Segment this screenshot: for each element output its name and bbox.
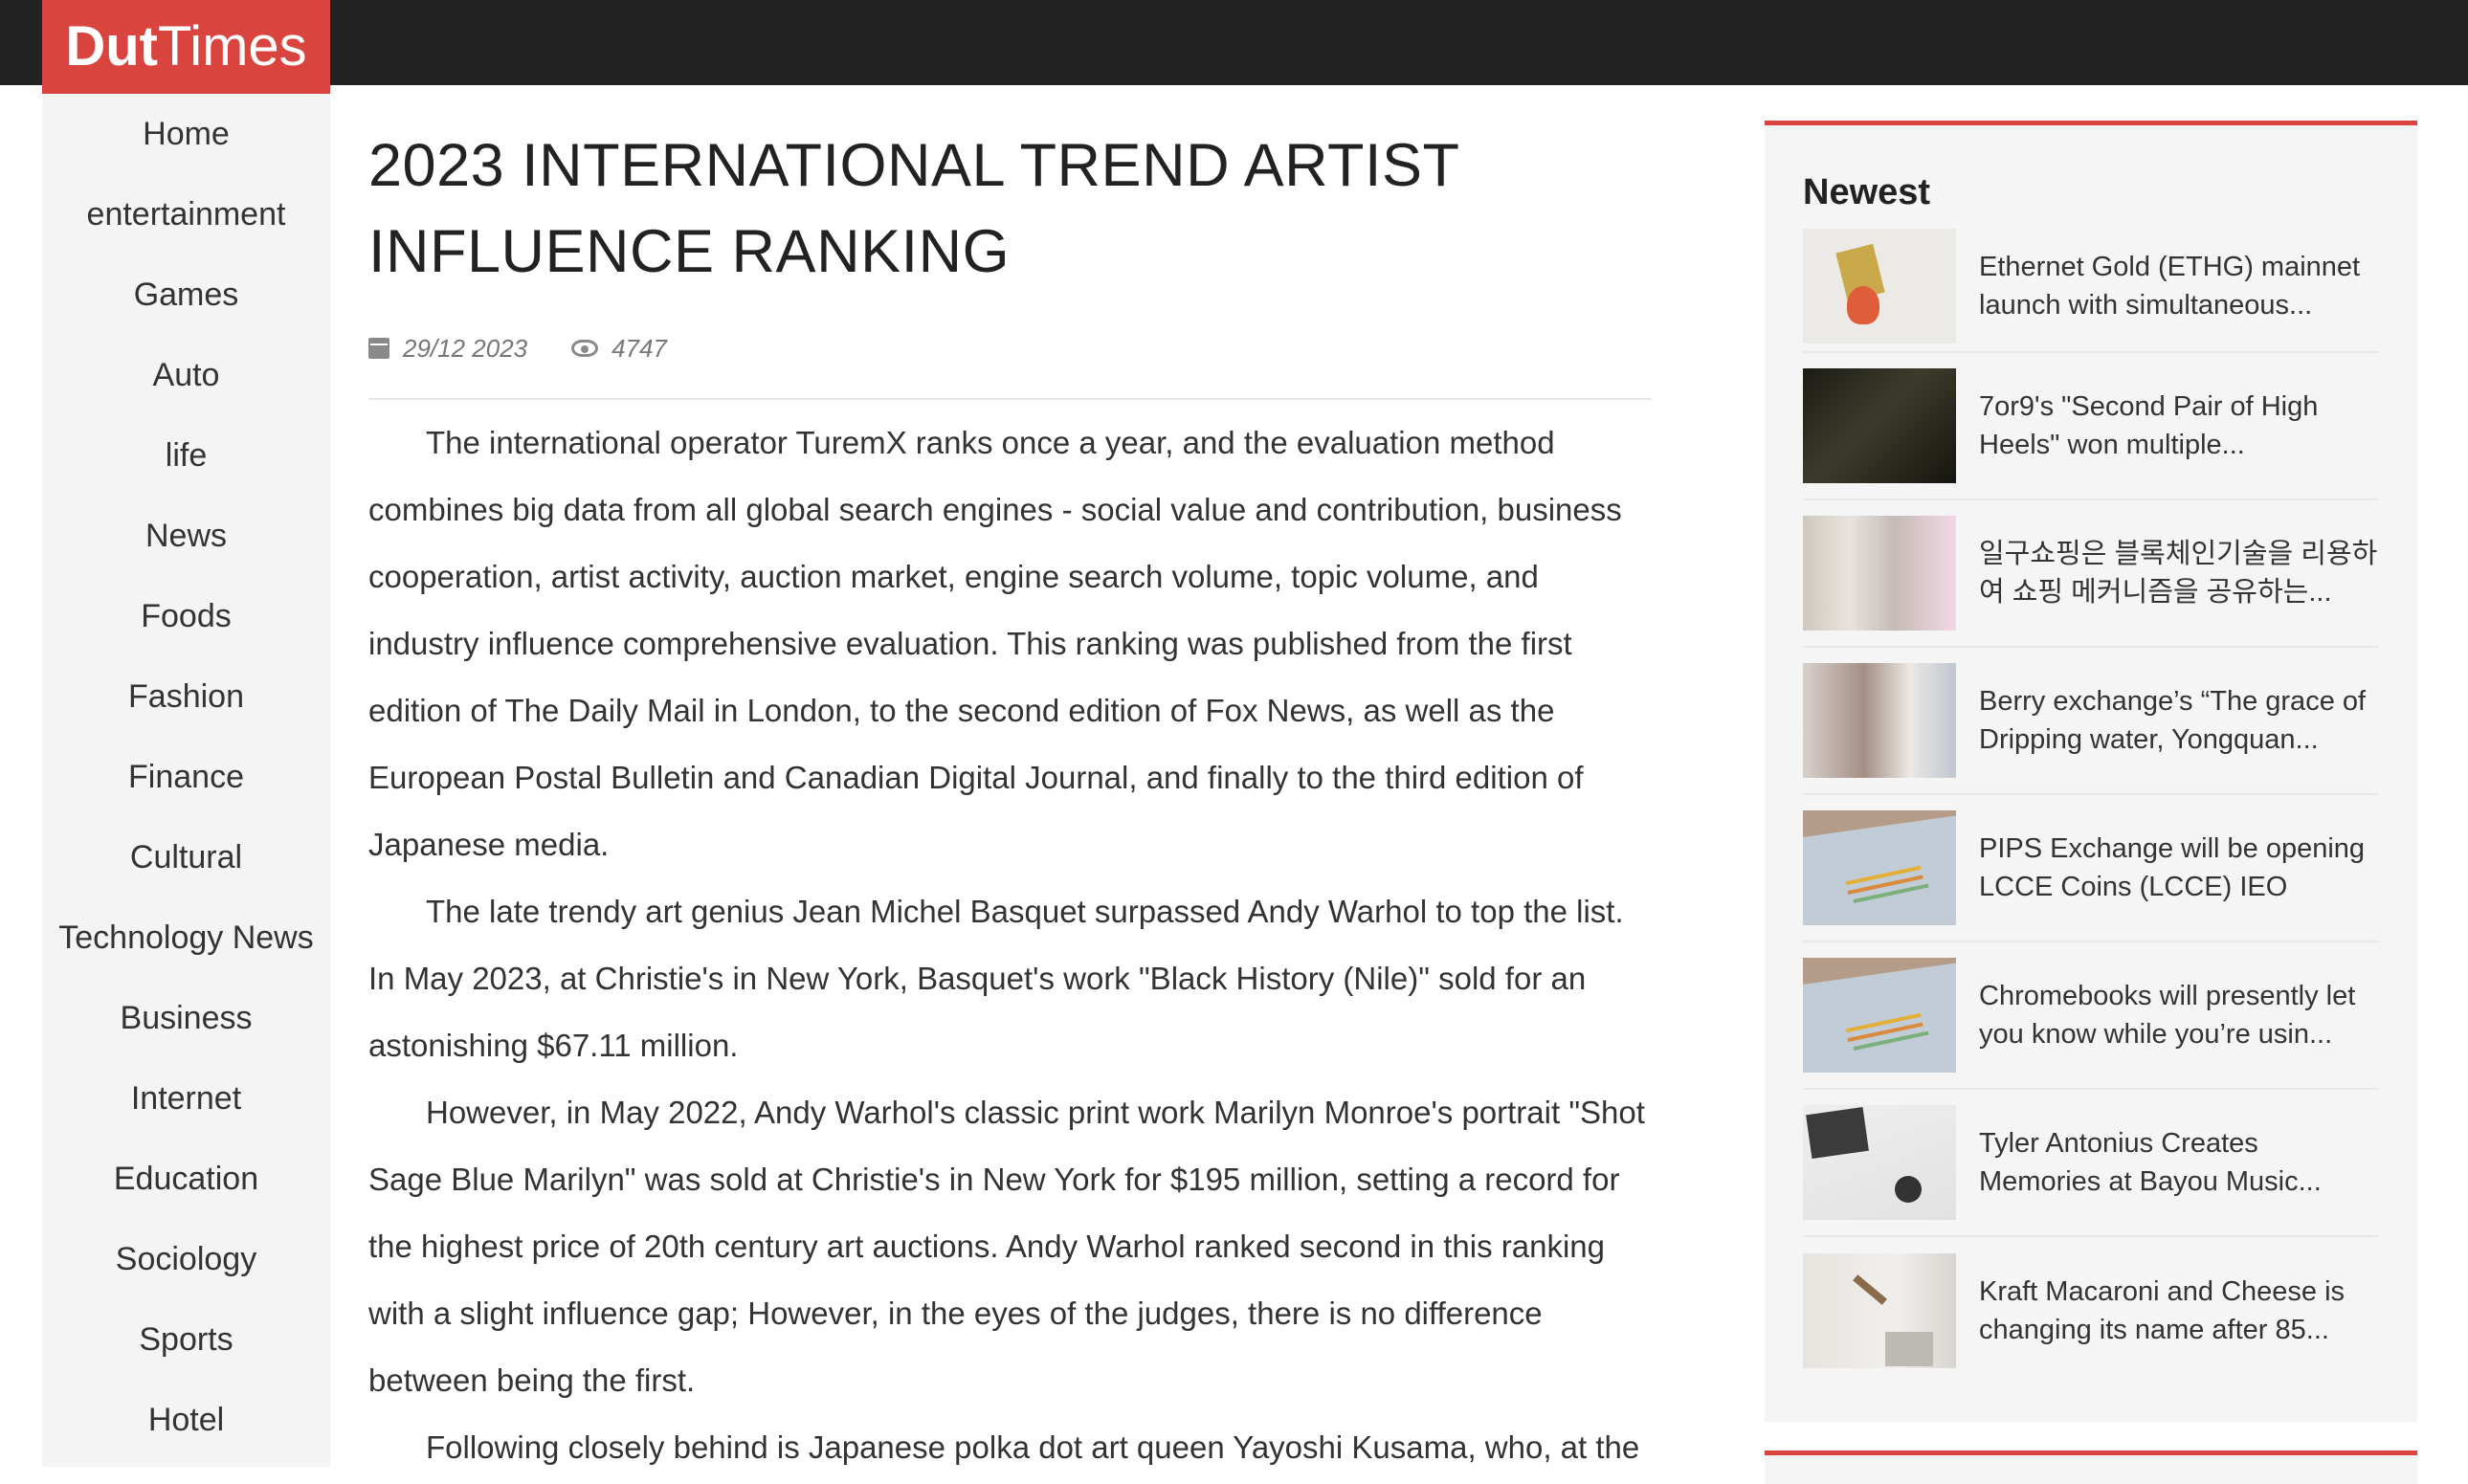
divider — [368, 398, 1651, 400]
news-title[interactable]: 일구쇼핑은 블록체인기술을 리용하여 쇼핑 메커니즘을 공유하는... — [1979, 535, 2379, 611]
news-thumbnail[interactable] — [1803, 1105, 1956, 1220]
nav-item-finance[interactable]: Finance — [42, 737, 330, 817]
news-title[interactable]: Chromebooks will presently let you know … — [1979, 977, 2379, 1053]
article-meta: 29/12 2023 4747 — [368, 323, 1651, 373]
news-item[interactable]: Kraft Macaroni and Cheese is changing it… — [1803, 1237, 2379, 1384]
nav-item-sociology[interactable]: Sociology — [42, 1219, 330, 1299]
news-thumbnail[interactable] — [1803, 1253, 1956, 1368]
calendar-icon — [368, 338, 389, 359]
article-date: 29/12 2023 — [403, 333, 528, 363]
nav-item-cultural[interactable]: Cultural — [42, 817, 330, 897]
news-item[interactable]: 일구쇼핑은 블록체인기술을 리용하여 쇼핑 메커니즘을 공유하는... — [1803, 500, 2379, 648]
newest-sidebar: Newest Ethernet Gold (ETHG) mainnet laun… — [1765, 121, 2417, 1422]
news-title[interactable]: 7or9's "Second Pair of High Heels" won m… — [1979, 388, 2379, 464]
news-thumbnail[interactable] — [1803, 663, 1956, 778]
nav-item-games[interactable]: Games — [42, 255, 330, 335]
nav-item-business[interactable]: Business — [42, 978, 330, 1058]
nav-item-internet[interactable]: Internet — [42, 1058, 330, 1139]
nav-item-fashion[interactable]: Fashion — [42, 656, 330, 737]
nav-item-news[interactable]: News — [42, 496, 330, 576]
news-thumbnail[interactable] — [1803, 810, 1956, 925]
article-paragraph: Following closely behind is Japanese pol… — [426, 1429, 1640, 1465]
article-title: 2023 INTERNATIONAL TREND ARTIST INFLUENC… — [368, 132, 1459, 285]
news-item[interactable]: Berry exchange’s “The grace of Dripping … — [1803, 648, 2379, 795]
nav-item-auto[interactable]: Auto — [42, 335, 330, 415]
nav-item-life[interactable]: life — [42, 415, 330, 496]
news-item[interactable]: PIPS Exchange will be opening LCCE Coins… — [1803, 795, 2379, 942]
news-item[interactable]: Chromebooks will presently let you know … — [1803, 942, 2379, 1090]
news-title[interactable]: PIPS Exchange will be opening LCCE Coins… — [1979, 830, 2379, 906]
news-list: Ethernet Gold (ETHG) mainnet launch with… — [1803, 221, 2379, 1384]
nav-item-home[interactable]: Home — [42, 94, 330, 174]
nav-item-foods[interactable]: Foods — [42, 576, 330, 656]
article: 2023 INTERNATIONAL TREND ARTIST INFLUENC… — [368, 122, 1651, 1484]
article-paragraph: The late trendy art genius Jean Michel B… — [368, 894, 1624, 1063]
news-title[interactable]: Kraft Macaroni and Cheese is changing it… — [1979, 1273, 2379, 1349]
logo-text-dut: Dut — [65, 15, 158, 78]
article-body: The international operator TuremX ranks … — [368, 410, 1651, 1484]
news-thumbnail[interactable] — [1803, 229, 1956, 343]
news-title[interactable]: Tyler Antonius Creates Memories at Bayou… — [1979, 1124, 2379, 1201]
eye-icon — [571, 340, 599, 357]
secondary-sidebar-panel — [1765, 1451, 2417, 1484]
nav-item-sports[interactable]: Sports — [42, 1299, 330, 1380]
news-item[interactable]: 7or9's "Second Pair of High Heels" won m… — [1803, 353, 2379, 500]
nav-item-education[interactable]: Education — [42, 1139, 330, 1219]
article-paragraph: The international operator TuremX ranks … — [368, 425, 1622, 862]
nav-item-entertainment[interactable]: entertainment — [42, 174, 330, 255]
sidebar-heading: Newest — [1803, 172, 1931, 212]
article-paragraph: However, in May 2022, Andy Warhol's clas… — [368, 1095, 1645, 1398]
side-nav: Home entertainment Games Auto life News … — [42, 94, 330, 1467]
news-item[interactable]: Ethernet Gold (ETHG) mainnet launch with… — [1803, 221, 2379, 353]
news-thumbnail[interactable] — [1803, 368, 1956, 483]
logo-text-times: Times — [157, 15, 307, 78]
news-title[interactable]: Berry exchange’s “The grace of Dripping … — [1979, 682, 2379, 759]
news-title[interactable]: Ethernet Gold (ETHG) mainnet launch with… — [1979, 248, 2379, 324]
news-thumbnail[interactable] — [1803, 516, 1956, 631]
nav-item-technology-news[interactable]: Technology News — [42, 897, 330, 978]
site-logo[interactable]: DutTimes — [42, 0, 330, 94]
nav-item-hotel[interactable]: Hotel — [42, 1380, 330, 1460]
article-views: 4747 — [611, 333, 667, 363]
news-thumbnail[interactable] — [1803, 958, 1956, 1073]
news-item[interactable]: Tyler Antonius Creates Memories at Bayou… — [1803, 1090, 2379, 1237]
top-bar — [0, 0, 2468, 85]
